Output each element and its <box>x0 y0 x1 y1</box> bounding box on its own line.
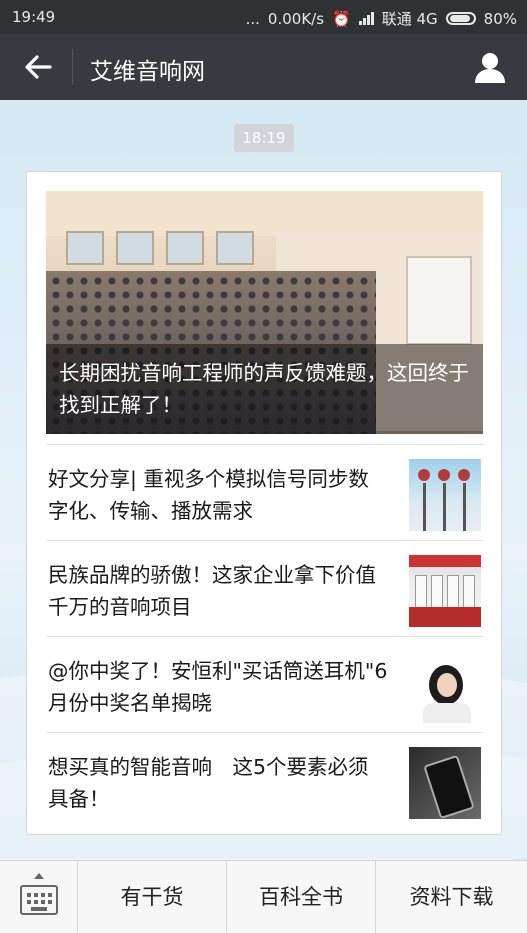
carrier-label: 联通 4G <box>381 10 438 28</box>
list-item-title: 想买真的智能音响 这5个要素必须具备！ <box>48 755 369 811</box>
alarm-icon: ⏰ <box>332 9 351 28</box>
header-divider <box>72 49 73 85</box>
title-bar: 艾维音响网 <box>0 34 527 100</box>
status-right: ... 0.00K/s ⏰ 联通 4G 80% <box>246 8 517 29</box>
list-item-thumbnail <box>409 747 481 819</box>
list-item-thumbnail <box>409 651 481 723</box>
list-item[interactable]: 民族品牌的骄傲！这家企业拿下价值千万的音响项目 <box>46 540 483 637</box>
list-item-title: 民族品牌的骄傲！这家企业拿下价值千万的音响项目 <box>48 563 376 619</box>
list-item-thumbnail <box>409 459 481 531</box>
list-item[interactable]: 好文分享| 重视多个模拟信号同步数字化、传输、播放需求 <box>46 444 483 541</box>
back-arrow-icon[interactable] <box>22 51 54 83</box>
list-item-thumbnail <box>409 555 481 627</box>
list-item-title: 好文分享| 重视多个模拟信号同步数字化、传输、播放需求 <box>48 467 369 523</box>
more-dots-icon: ... <box>245 9 260 28</box>
status-time: 19:49 <box>12 8 56 26</box>
page-title: 艾维音响网 <box>90 59 205 85</box>
message-timestamp: 18:19 <box>234 124 294 152</box>
keyboard-icon <box>20 885 58 915</box>
hero-title: 长期困扰音响工程师的声反馈难题，这回终于找到正解了！ <box>59 361 469 417</box>
list-item[interactable]: @你中奖了！安恒利"买话筒送耳机"6月份中奖名单揭晓 <box>46 636 483 733</box>
person-icon[interactable] <box>473 50 507 84</box>
status-bar: 19:49 ... 0.00K/s ⏰ 联通 4G 80% <box>0 0 527 34</box>
hero-article[interactable]: 长期困扰音响工程师的声反馈难题，这回终于找到正解了！ <box>46 191 483 434</box>
list-item[interactable]: 想买真的智能音响 这5个要素必须具备！ <box>46 732 483 829</box>
menu-item-useful[interactable]: 有干货 <box>78 861 227 933</box>
menu-item-downloads[interactable]: 资料下载 <box>376 861 527 933</box>
network-speed: 0.00K/s <box>267 9 325 28</box>
menu-item-encyclopedia[interactable]: 百科全书 <box>227 861 376 933</box>
bottom-menu: 有干货 百科全书 资料下载 <box>0 860 527 933</box>
battery-icon <box>445 12 476 25</box>
list-item-title: @你中奖了！安恒利"买话筒送耳机"6月份中奖名单揭晓 <box>48 659 388 715</box>
article-card[interactable]: 长期困扰音响工程师的声反馈难题，这回终于找到正解了！ 好文分享| 重视多个模拟信… <box>26 171 502 835</box>
chevron-up-icon <box>34 873 44 879</box>
battery-percent: 80% <box>483 9 517 28</box>
keyboard-toggle-button[interactable] <box>0 861 78 933</box>
signal-icon <box>358 12 374 25</box>
